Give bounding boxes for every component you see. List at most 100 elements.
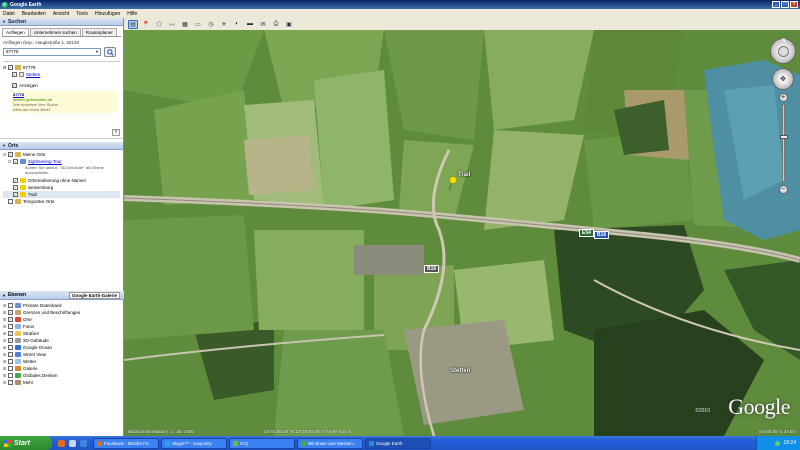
email-button[interactable]: ✉ (258, 20, 268, 29)
layer-item[interactable]: ⊞ ✓ Grenzen und Beschriftungen (3, 309, 121, 316)
layer-checkbox[interactable] (8, 324, 13, 329)
google-maps-button[interactable]: ▣ (284, 20, 294, 29)
menu-hilfe[interactable]: Hilfe (127, 11, 137, 17)
place-checkbox[interactable]: ✓ (13, 192, 18, 197)
place-checkbox[interactable]: ✓ (8, 152, 13, 157)
layer-checkbox[interactable] (8, 366, 13, 371)
placemark-button[interactable]: 📍 (141, 20, 151, 29)
print-button[interactable]: ⎙ (271, 20, 281, 29)
result-item-link[interactable]: Stetten (26, 72, 40, 77)
taskbar-item[interactable]: Facebook - Mozilla Fir... (93, 437, 159, 449)
planet-switch-button[interactable]: ◐ (232, 20, 242, 29)
path-button[interactable]: 〰 (167, 20, 177, 29)
look-joystick-icon[interactable] (777, 45, 789, 57)
sunlight-button[interactable]: ☀ (219, 20, 229, 29)
place-meine-orte[interactable]: ⊟ ✓ Meine Orte (3, 151, 120, 158)
result-root[interactable]: ⊟ ✓ 87778 (3, 64, 120, 71)
move-joystick[interactable]: ✥ (772, 68, 794, 90)
network-icon[interactable] (775, 440, 781, 446)
layer-checkbox[interactable] (8, 303, 13, 308)
place-label: Trail (28, 192, 37, 197)
layer-item[interactable]: ⊞ Street View (3, 351, 121, 358)
layer-checkbox[interactable] (8, 345, 13, 350)
tab-anfliegen[interactable]: Anfliegen (2, 28, 29, 36)
ie-icon[interactable] (80, 439, 87, 447)
ruler-button[interactable]: ▬ (245, 20, 255, 29)
places-panel-header[interactable]: ▼ Orte (0, 142, 123, 150)
tab-unternehmen-suchen[interactable]: Unternehmen suchen (29, 28, 81, 36)
clear-results-button[interactable]: × (112, 129, 120, 136)
place-checkbox[interactable]: ✓ (13, 178, 18, 183)
sidebar-toggle-button[interactable]: ▤ (128, 19, 138, 29)
result-item[interactable]: ✓ Stetten (3, 71, 120, 78)
search-panel-header[interactable]: ▼ Suchen (0, 18, 123, 26)
polygon-button[interactable]: ⬠ (154, 20, 164, 29)
zoom-in-button[interactable]: + (778, 93, 788, 102)
layer-item[interactable]: ⊞ ✓ Orte (3, 316, 121, 323)
layer-checkbox[interactable]: ✓ (8, 317, 13, 322)
tab-routenplaner[interactable]: Routenplaner (81, 28, 117, 36)
folder-icon (15, 199, 21, 204)
gallery-button[interactable]: Google Earth-Galerie (68, 291, 120, 299)
search-input[interactable]: 87778 ▼ (3, 48, 101, 56)
show-row[interactable]: ✓ Anzeigen (3, 82, 120, 89)
compass-ring[interactable]: N (770, 38, 796, 64)
taskbar-item[interactable]: Windows Live Messen... (297, 437, 363, 449)
layer-checkbox[interactable] (8, 380, 13, 385)
search-button[interactable] (104, 47, 116, 57)
layer-checkbox[interactable]: ✓ (8, 310, 13, 315)
taskbar-item[interactable]: Google Earth (365, 437, 431, 449)
result-root-checkbox[interactable]: ✓ (8, 65, 13, 70)
image-overlay-button[interactable]: ▦ (180, 20, 190, 29)
layer-item[interactable]: ⊞ Wetter (3, 358, 121, 365)
zoom-slider[interactable] (779, 104, 788, 182)
menu-bearbeiten[interactable]: Bearbeiten (22, 11, 46, 17)
place-checkbox[interactable]: ✓ (13, 159, 18, 164)
layer-item[interactable]: ⊞ Google Ocean (3, 344, 121, 351)
minimize-button[interactable]: _ (772, 1, 780, 8)
place-sightseeing[interactable]: ⊟ ✓ Sightseeing-Tour (3, 158, 120, 165)
layer-checkbox[interactable]: ✓ (8, 331, 13, 336)
show-checkbox[interactable]: ✓ (12, 83, 17, 88)
place-temporaere-orte[interactable]: Temporäre Orte (3, 198, 120, 205)
maximize-button[interactable]: □ (781, 1, 789, 8)
zoom-slider-knob[interactable] (779, 135, 788, 139)
menu-tools[interactable]: Tools (76, 11, 88, 17)
menu-ansicht[interactable]: Ansicht (53, 11, 69, 17)
zoom-out-button[interactable]: − (778, 185, 788, 194)
layer-item[interactable]: ⊞ Mehr (3, 379, 121, 386)
town-label: Stetten (450, 368, 471, 374)
place-checkbox[interactable] (8, 199, 13, 204)
taskbar-item[interactable]: ICQ (229, 437, 295, 449)
layer-checkbox[interactable] (8, 352, 13, 357)
menu-datei[interactable]: Datei (3, 11, 15, 17)
show-desktop-icon[interactable] (69, 439, 76, 447)
menu-hinzufuegen[interactable]: Hinzufügen (95, 11, 120, 17)
dropdown-arrow-icon[interactable]: ▼ (95, 49, 100, 55)
layer-checkbox[interactable] (8, 359, 13, 364)
start-button[interactable]: Start (0, 436, 52, 450)
place-trail[interactable]: ✓ Trail (3, 191, 120, 198)
result-item-checkbox[interactable]: ✓ (12, 72, 17, 77)
firefox-icon[interactable] (58, 439, 65, 447)
clock[interactable]: 18:24 (783, 440, 796, 446)
place-ortsmarkierung[interactable]: ✓ Ortsmarkierung ohne Namen (3, 177, 120, 184)
record-tour-button[interactable]: ▭ (193, 20, 203, 29)
close-window-button[interactable]: × (790, 1, 798, 8)
layer-item[interactable]: ⊞ ✓ Straßen (3, 330, 121, 337)
place-weissenburg[interactable]: ✓ weissenburg (3, 184, 120, 191)
layer-item[interactable]: ⊞ Fotos (3, 323, 121, 330)
layer-item[interactable]: ⊞ Primäre Datenbank (3, 302, 121, 309)
layer-checkbox[interactable] (8, 373, 13, 378)
layer-item[interactable]: ⊞ ✓ 3D-Gebäude (3, 337, 121, 344)
taskbar-item[interactable]: Skype™ - sexyunity (161, 437, 227, 449)
layers-panel-header[interactable]: ▼ Ebenen Google Earth-Galerie (0, 291, 124, 300)
placemark-label[interactable]: Trail (458, 172, 470, 178)
layer-item[interactable]: ⊞ Galerie (3, 365, 121, 372)
historical-imagery-button[interactable]: ◷ (206, 20, 216, 29)
place-checkbox[interactable]: ✓ (13, 185, 18, 190)
layer-item[interactable]: ⊞ Globales Denken (3, 372, 121, 379)
map-view[interactable]: Trail Stetten E54 B16 B16 N ✥ + − ©2010 … (124, 30, 800, 436)
layer-checkbox[interactable]: ✓ (8, 338, 13, 343)
place-link[interactable]: Sightseeing-Tour (28, 159, 62, 164)
